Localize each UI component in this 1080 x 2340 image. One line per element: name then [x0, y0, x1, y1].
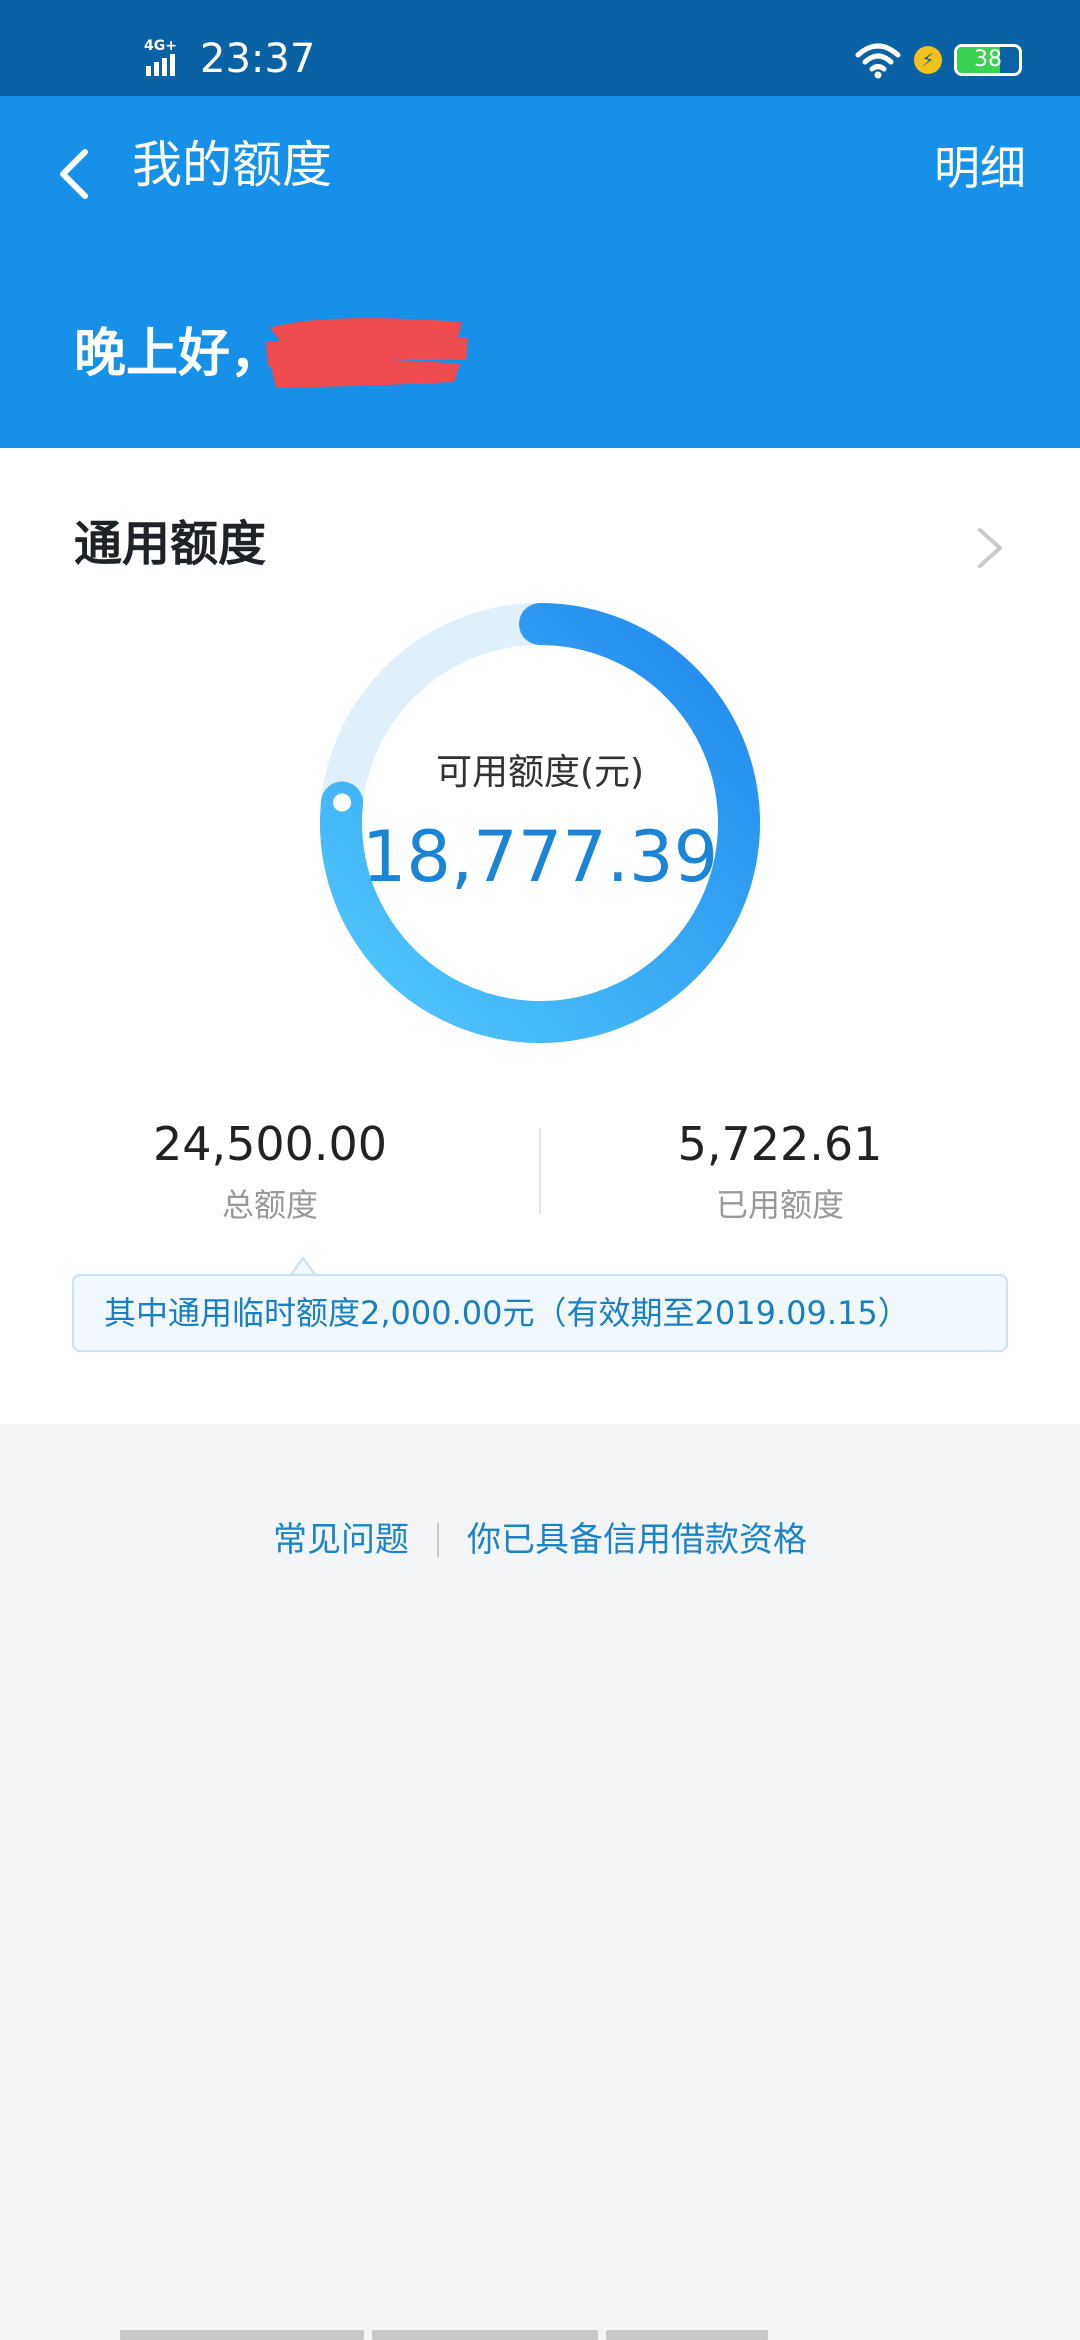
wifi-icon — [855, 43, 901, 79]
bottom-bar-segment — [372, 2330, 598, 2340]
signal-icon: 4G+ — [144, 38, 177, 76]
details-button[interactable]: 明细 — [934, 136, 1026, 200]
used-label: 已用额度 — [715, 1186, 844, 1224]
footer-links: 常见问题 你已具备信用借款资格 — [0, 1516, 1080, 1564]
available-label: 可用额度(元) — [435, 752, 645, 793]
credit-card: 通用额度 可用额度(元) 18,777.39 24,500.00 总额度 5,7… — [0, 448, 1080, 1424]
battery-level: 38 — [974, 47, 1002, 72]
used-credit: 5,722.61 已用额度 — [500, 1114, 1060, 1228]
status-time: 23:37 — [200, 36, 316, 82]
temporary-credit-notice: 其中通用临时额度2,000.00元（有效期至2019.09.15） — [72, 1274, 1008, 1352]
bottom-indicator — [120, 2330, 960, 2340]
charging-icon: ⚡ — [914, 46, 942, 74]
header: 我的额度 明细 晚上好， — [0, 96, 1080, 448]
redacted-username — [266, 318, 468, 388]
total-credit: 24,500.00 总额度 — [0, 1114, 540, 1228]
bottom-bar-segment — [120, 2330, 364, 2340]
chevron-right-icon[interactable] — [970, 524, 1010, 572]
total-value: 24,500.00 — [152, 1117, 388, 1171]
page-title: 我的额度 — [132, 136, 332, 194]
available-value: 18,777.39 — [361, 816, 719, 898]
notice-pointer — [290, 1256, 316, 1276]
back-button[interactable] — [44, 134, 104, 214]
status-bar: 4G+ 23:37 ⚡ 38 — [0, 0, 1080, 96]
bottom-bar-segment — [606, 2330, 768, 2340]
svg-text:4G+: 4G+ — [144, 38, 177, 54]
total-label: 总额度 — [221, 1186, 318, 1224]
chevron-left-icon — [60, 149, 88, 199]
link-separator — [437, 1523, 439, 1557]
faq-link[interactable]: 常见问题 — [273, 1516, 409, 1564]
greeting-text: 晚上好， — [74, 324, 283, 384]
status-icons: ⚡ 38 — [854, 38, 1022, 82]
battery-icon: 38 — [954, 44, 1022, 76]
eligibility-link[interactable]: 你已具备信用借款资格 — [467, 1516, 807, 1564]
section-title: 通用额度 — [74, 516, 267, 572]
used-value: 5,722.61 — [677, 1117, 883, 1171]
